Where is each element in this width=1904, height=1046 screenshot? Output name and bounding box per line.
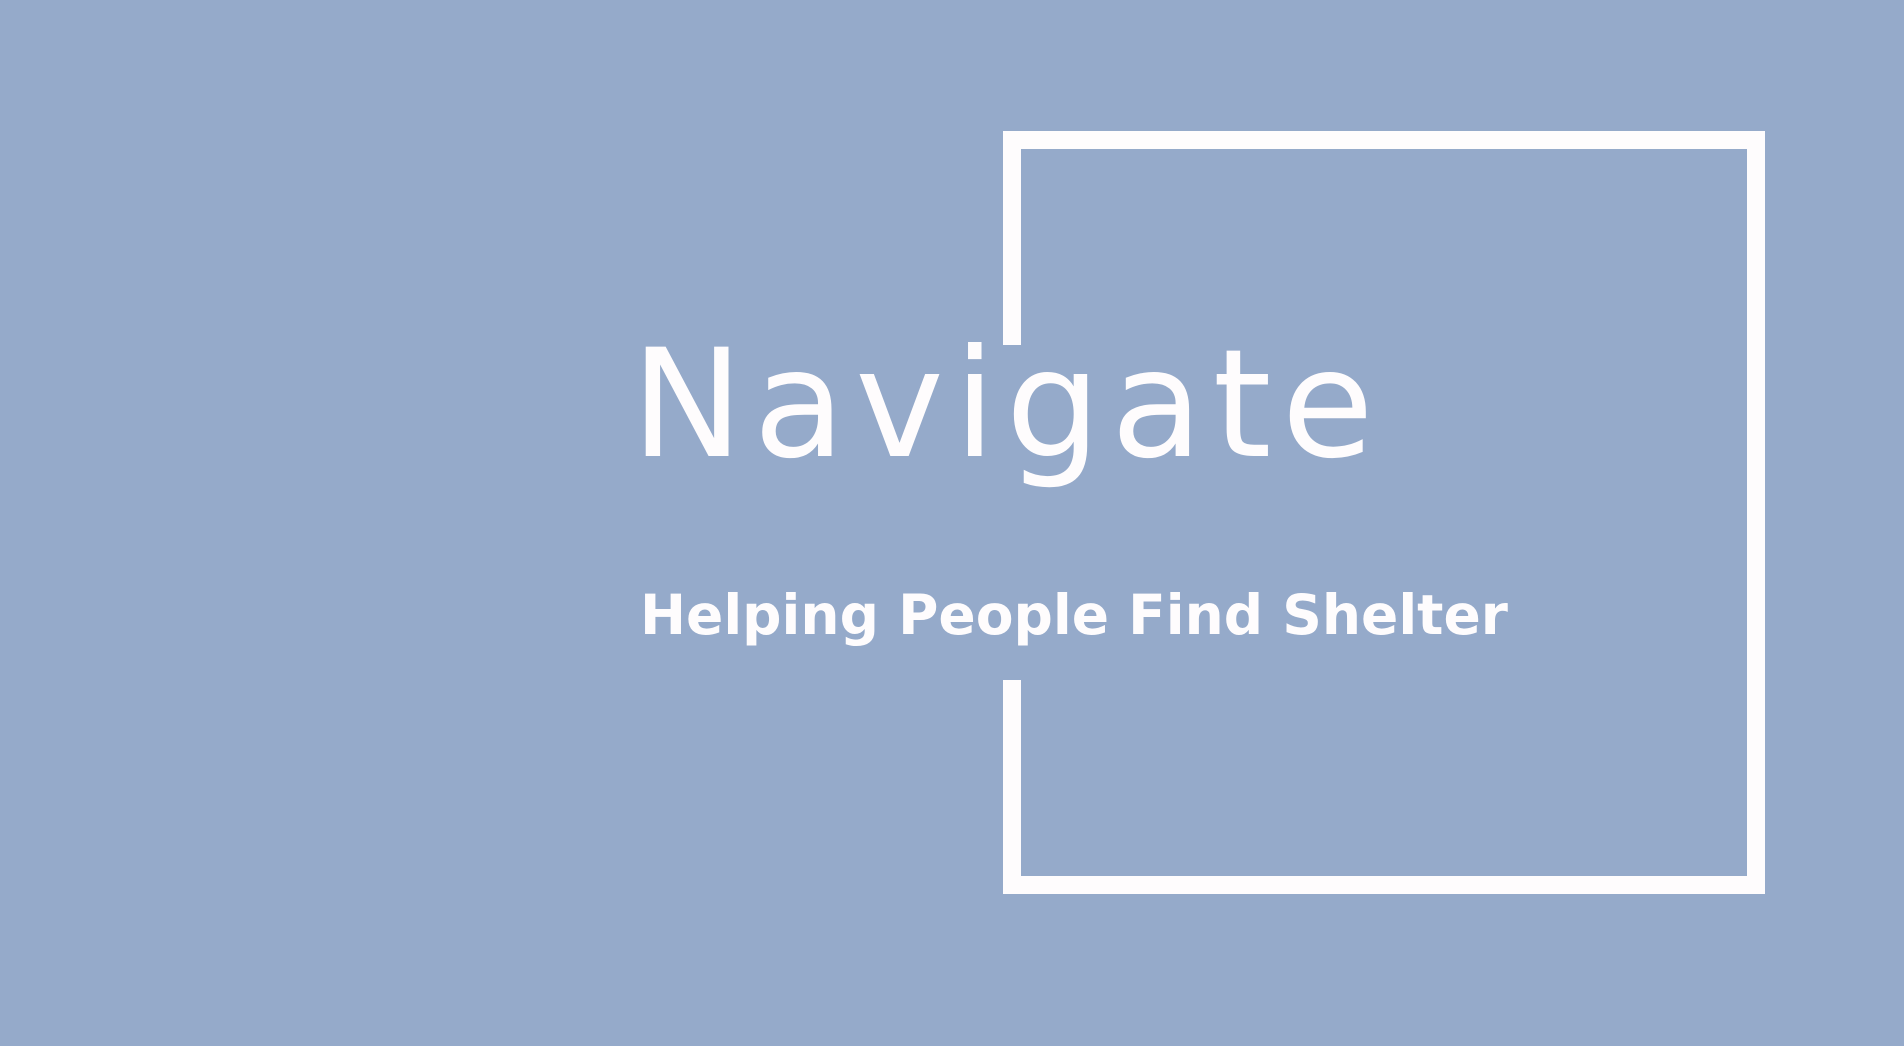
frame-top-edge — [1003, 131, 1765, 149]
slide-subtitle: Helping People Find Shelter — [640, 583, 1508, 647]
frame-right-edge — [1747, 131, 1765, 894]
frame-left-lower-edge — [1003, 680, 1021, 894]
frame-left-upper-edge — [1003, 131, 1021, 345]
frame-bottom-edge — [1003, 876, 1765, 894]
title-slide: Navigate Helping People Find Shelter — [0, 0, 1904, 1046]
slide-title: Navigate — [631, 318, 1384, 492]
